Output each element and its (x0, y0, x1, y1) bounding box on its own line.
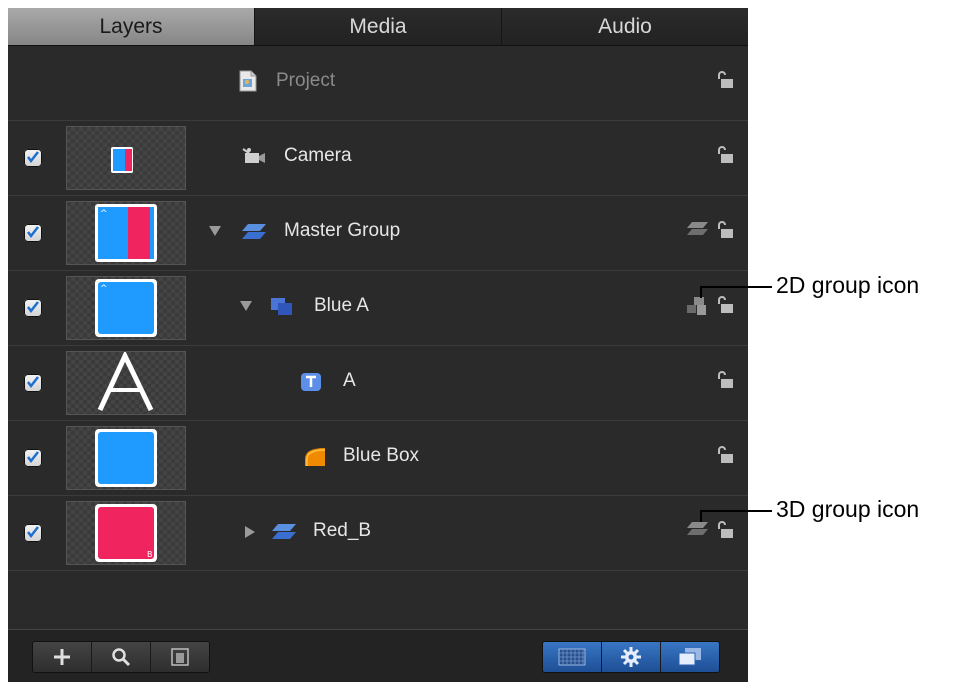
lock-icon[interactable] (716, 295, 734, 320)
layer-thumbnail (66, 126, 186, 190)
2d-group-icon (270, 297, 296, 322)
lock-icon[interactable] (716, 220, 734, 245)
disclosure-triangle-expanded[interactable] (240, 301, 252, 311)
disclosure-triangle-expanded[interactable] (209, 226, 221, 236)
layer-label-a: A (343, 370, 356, 391)
tab-bar: Layers Media Audio (8, 8, 748, 46)
blue-a-thumbnail-art: ^ (95, 279, 157, 337)
layer-row-project[interactable]: Project (8, 46, 748, 121)
blue-box-thumbnail-art (95, 429, 157, 487)
camera-icon (242, 147, 268, 170)
callout-2d-group: 2D group icon (776, 272, 920, 298)
callout-leader-2d-tick (700, 286, 702, 298)
disclosure-triangle-collapsed[interactable] (245, 526, 255, 538)
lock-icon[interactable] (716, 370, 734, 395)
master-group-thumbnail-art: ^ (95, 204, 157, 262)
3d-group-icon (240, 223, 268, 246)
layer-row-blue-a[interactable]: ^ Blue A (8, 271, 748, 346)
layer-label-blue-box: Blue Box (343, 445, 420, 466)
add-icon (54, 649, 70, 665)
visibility-checkbox[interactable] (24, 524, 42, 542)
visibility-checkbox[interactable] (24, 374, 42, 392)
3d-group-icon[interactable] (686, 521, 710, 544)
camera-thumbnail-art (111, 147, 133, 173)
visibility-checkbox[interactable] (24, 299, 42, 317)
shape-icon (304, 447, 326, 472)
layer-thumbnail: ^ (66, 276, 186, 340)
letter-a-thumbnail-art (97, 350, 154, 412)
callout-leader-3d-tick (700, 510, 702, 522)
visibility-checkbox[interactable] (24, 449, 42, 467)
callout-leader-2d (700, 286, 772, 288)
lock-icon[interactable] (716, 520, 734, 545)
svg-text:B: B (147, 550, 153, 559)
search-icon (112, 648, 131, 667)
project-icon (239, 70, 257, 97)
layer-label-master-group: Master Group (284, 220, 401, 241)
layer-row-red-b[interactable]: B Red_B (8, 496, 748, 571)
layer-row-a[interactable]: A (8, 346, 748, 421)
layer-label-blue-a: Blue A (314, 295, 369, 316)
tab-media[interactable]: Media (254, 8, 501, 46)
lock-icon[interactable] (716, 145, 734, 170)
tab-audio[interactable]: Audio (501, 8, 748, 46)
show-filters-icon (621, 647, 641, 667)
layer-row-blue-box[interactable]: Blue Box (8, 421, 748, 496)
show-masks-button[interactable] (660, 642, 719, 672)
tab-layers[interactable]: Layers (8, 8, 254, 46)
layer-label-camera: Camera (284, 145, 352, 166)
layers-panel: Layers Media Audio Project Camera ^ Mast… (8, 8, 748, 682)
visibility-checkbox[interactable] (24, 149, 42, 167)
layer-row-master-group[interactable]: ^ Master Group (8, 196, 748, 271)
visibility-checkbox[interactable] (24, 224, 42, 242)
add-layer-button[interactable] (33, 642, 91, 672)
layer-row-camera[interactable]: Camera (8, 121, 748, 196)
show-filters-button[interactable] (601, 642, 660, 672)
svg-text:^: ^ (100, 209, 108, 219)
layer-thumbnail (66, 350, 186, 415)
layer-thumbnail-icon (171, 648, 189, 666)
callout-3d-group: 3D group icon (776, 496, 920, 522)
thumbnail-button[interactable] (150, 642, 209, 672)
callout-leader-3d (700, 510, 772, 512)
svg-text:^: ^ (100, 284, 108, 294)
layer-label-red-b: Red_B (313, 520, 372, 541)
layer-label-project: Project (276, 70, 336, 91)
3d-group-icon[interactable] (686, 221, 710, 244)
text-layer-icon (300, 372, 322, 397)
layer-thumbnail (66, 426, 186, 490)
layer-actions-group (32, 641, 210, 673)
show-masks-icon (678, 648, 701, 666)
show-thumbnails-icon (558, 648, 586, 666)
layers-toolbar (8, 629, 748, 682)
layer-thumbnail: B (66, 501, 186, 565)
3d-group-icon (270, 523, 298, 546)
layer-thumbnail: ^ (66, 201, 186, 265)
search-button[interactable] (91, 642, 150, 672)
view-options-group (542, 641, 720, 673)
lock-icon[interactable] (716, 70, 734, 95)
red-b-thumbnail-art: B (95, 504, 157, 562)
2d-group-icon[interactable] (686, 296, 708, 323)
lock-icon[interactable] (716, 445, 734, 470)
show-thumbnails-button[interactable] (543, 642, 601, 672)
